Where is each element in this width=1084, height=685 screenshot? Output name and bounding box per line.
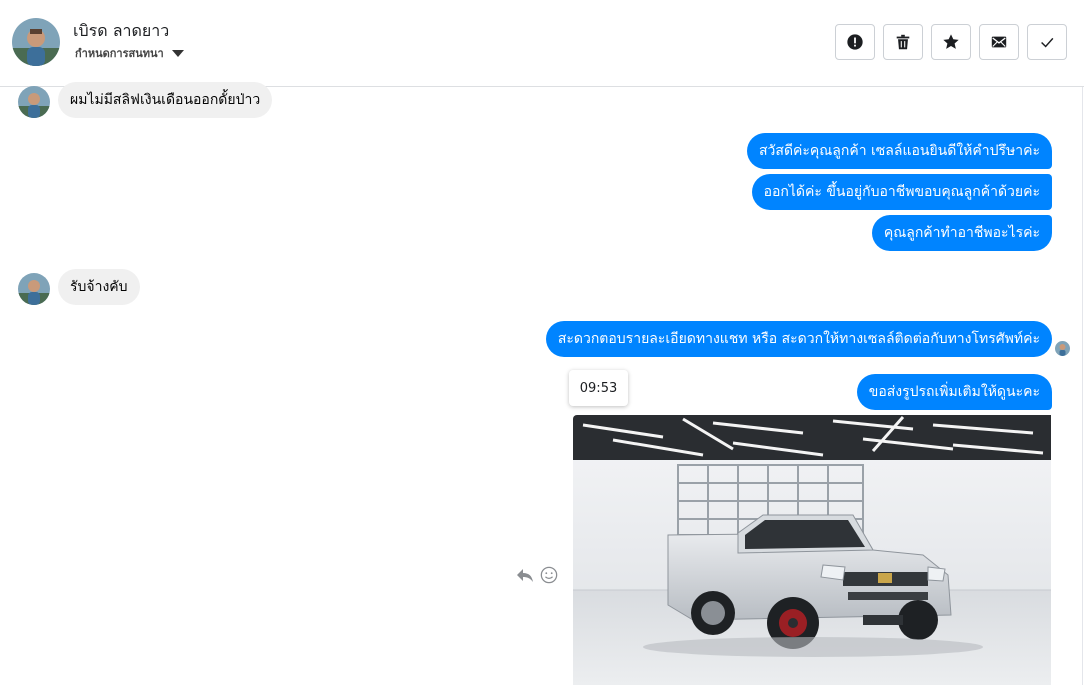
scroll-track bbox=[1082, 87, 1083, 685]
message-bubble-outgoing[interactable]: สะดวกตอบรายละเอียดทางแชท หรือ สะดวกให้ทา… bbox=[545, 321, 1052, 357]
trash-icon bbox=[896, 34, 910, 50]
report-icon bbox=[847, 34, 863, 50]
pickup-truck-photo bbox=[573, 415, 1051, 685]
message-bubble-incoming[interactable]: ผมไม่มีสลิฟเงินเดือนออกดั้ยป่าว bbox=[58, 82, 273, 118]
timestamp-tooltip: 09:53 bbox=[569, 370, 628, 406]
message-bubble-outgoing[interactable]: ขอส่งรูปรถเพิ่มเติมให้ดูนะคะ bbox=[856, 374, 1052, 410]
conversation-schedule-dropdown[interactable]: กำหนดการสนทนา bbox=[75, 44, 184, 62]
report-button[interactable] bbox=[835, 24, 875, 60]
contact-name[interactable]: เบิรด ลาดยาว bbox=[73, 19, 169, 44]
mark-unread-button[interactable] bbox=[979, 24, 1019, 60]
reply-icon[interactable] bbox=[515, 565, 535, 585]
caret-down-icon bbox=[171, 49, 184, 57]
message-bubble-incoming[interactable]: รับจ้างคับ bbox=[58, 269, 140, 305]
message-bubble-outgoing[interactable]: ออกได้ค่ะ ขึ้นอยู่กับอาชีพขอบคุณลูกค้าด้… bbox=[751, 174, 1052, 210]
emoji-reaction-icon[interactable] bbox=[540, 566, 558, 584]
photo-attachment[interactable] bbox=[573, 415, 1051, 685]
sender-avatar bbox=[18, 273, 50, 305]
message-bubble-outgoing[interactable]: สวัสดีค่ะคุณลูกค้า เซลล์แอนยินดีให้คำปรึ… bbox=[747, 133, 1052, 169]
delete-button[interactable] bbox=[883, 24, 923, 60]
contact-avatar[interactable] bbox=[12, 18, 60, 66]
check-icon bbox=[1041, 37, 1054, 48]
star-button[interactable] bbox=[931, 24, 971, 60]
conversation-schedule-label: กำหนดการสนทนา bbox=[75, 47, 164, 60]
conversation-header: เบิรด ลาดยาว กำหนดการสนทนา bbox=[0, 0, 1084, 87]
done-button[interactable] bbox=[1027, 24, 1067, 60]
message-bubble-outgoing[interactable]: คุณลูกค้าทำอาชีพอะไรค่ะ bbox=[871, 215, 1052, 251]
seen-indicator-avatar bbox=[1055, 341, 1070, 356]
sender-avatar bbox=[18, 86, 50, 118]
mail-icon bbox=[991, 36, 1007, 48]
star-icon bbox=[943, 34, 959, 49]
